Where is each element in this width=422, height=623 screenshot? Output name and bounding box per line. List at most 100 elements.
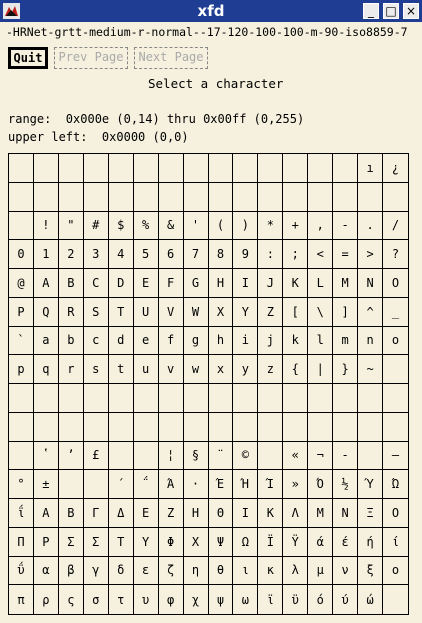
char-cell[interactable]	[33, 384, 59, 413]
char-cell[interactable]: T	[108, 297, 134, 327]
char-cell[interactable]	[183, 384, 209, 413]
char-cell[interactable]	[283, 154, 309, 183]
char-cell[interactable]: ΅	[133, 470, 159, 499]
char-cell[interactable]	[258, 182, 284, 212]
char-cell[interactable]	[308, 154, 334, 183]
char-cell[interactable]: ύ	[333, 585, 359, 614]
char-cell[interactable]: O	[383, 269, 408, 298]
char-cell[interactable]: Ώ	[383, 470, 408, 499]
char-cell[interactable]	[108, 412, 134, 442]
char-cell[interactable]: Ύ	[358, 470, 384, 499]
char-cell[interactable]: ı	[358, 154, 384, 183]
char-cell[interactable]	[133, 384, 159, 413]
char-cell[interactable]: π	[9, 585, 34, 614]
char-cell[interactable]: Ε	[133, 499, 159, 528]
char-cell[interactable]	[333, 412, 359, 442]
char-cell[interactable]	[283, 412, 309, 442]
char-cell[interactable]: d	[108, 326, 134, 356]
char-cell[interactable]: <	[308, 240, 334, 269]
char-cell[interactable]: Σ	[58, 527, 84, 557]
char-cell[interactable]	[358, 441, 384, 471]
char-cell[interactable]: θ	[208, 556, 234, 586]
char-cell[interactable]	[383, 585, 408, 614]
char-cell[interactable]: ʼ	[58, 441, 84, 471]
char-cell[interactable]: γ	[83, 556, 109, 586]
char-cell[interactable]	[58, 154, 84, 183]
char-cell[interactable]	[108, 182, 134, 212]
char-cell[interactable]	[333, 154, 359, 183]
char-cell[interactable]	[83, 154, 109, 183]
char-cell[interactable]: Ξ	[358, 499, 384, 528]
char-cell[interactable]: ό	[308, 585, 334, 614]
char-cell[interactable]	[133, 441, 159, 471]
quit-button[interactable]: Quit	[8, 47, 48, 69]
char-cell[interactable]: [	[283, 297, 309, 327]
char-cell[interactable]: m	[333, 326, 359, 356]
char-cell[interactable]: J	[258, 269, 284, 298]
character-grid[interactable]: ı ¿! " # $% & '() * +, -./0 1 2 3 4 5 6 7 8 9:; < = >? @ A B C D E F…	[8, 153, 409, 615]
char-cell[interactable]: £	[83, 441, 109, 471]
prev-page-button[interactable]: Prev Page	[54, 47, 128, 69]
char-cell[interactable]: Σ	[83, 527, 109, 557]
char-cell[interactable]	[9, 182, 34, 212]
char-cell[interactable]	[108, 154, 134, 183]
char-cell[interactable]: v	[158, 355, 184, 384]
char-cell[interactable]	[83, 182, 109, 212]
char-cell[interactable]: Ί	[258, 470, 284, 499]
char-cell[interactable]: f	[158, 326, 184, 356]
char-cell[interactable]: /	[383, 212, 408, 241]
char-cell[interactable]: W	[183, 297, 209, 327]
char-cell[interactable]: »	[283, 470, 309, 499]
char-cell[interactable]: ν	[333, 556, 359, 586]
char-cell[interactable]: ©	[233, 441, 259, 471]
char-cell[interactable]: ΰ	[9, 556, 34, 586]
char-cell[interactable]: Υ	[133, 527, 159, 557]
char-cell[interactable]	[158, 154, 184, 183]
char-cell[interactable]: Ζ	[158, 499, 184, 528]
char-cell[interactable]	[308, 412, 334, 442]
char-cell[interactable]: Ι	[233, 499, 259, 528]
char-cell[interactable]: Π	[9, 527, 34, 557]
char-cell[interactable]: Α	[33, 499, 59, 528]
char-cell[interactable]: Z	[258, 297, 284, 327]
char-cell[interactable]: 4	[108, 240, 134, 269]
char-cell[interactable]: I	[233, 269, 259, 298]
char-cell[interactable]: ΐ	[9, 499, 34, 528]
char-cell[interactable]: ½	[333, 470, 359, 499]
char-cell[interactable]	[383, 355, 408, 384]
char-cell[interactable]: =	[333, 240, 359, 269]
char-cell[interactable]: V	[158, 297, 184, 327]
char-cell[interactable]: +	[283, 211, 309, 241]
char-cell[interactable]: υ	[134, 585, 159, 614]
char-cell[interactable]	[208, 412, 234, 442]
char-cell[interactable]: Δ	[108, 499, 134, 528]
char-cell[interactable]: σ	[84, 585, 109, 614]
char-cell[interactable]	[9, 154, 34, 183]
char-cell[interactable]: ,	[308, 211, 334, 241]
char-cell[interactable]	[208, 182, 234, 212]
char-cell[interactable]	[183, 412, 209, 442]
char-cell[interactable]: ϋ	[283, 585, 309, 614]
char-cell[interactable]: {	[283, 355, 309, 384]
char-cell[interactable]: Θ	[208, 499, 234, 528]
char-cell[interactable]: Ϊ	[258, 527, 284, 557]
char-cell[interactable]	[183, 154, 209, 183]
char-cell[interactable]: ω	[233, 585, 259, 614]
char-cell[interactable]: ρ	[34, 585, 59, 614]
char-cell[interactable]: 8	[208, 240, 234, 269]
char-cell[interactable]	[158, 412, 184, 442]
char-cell[interactable]: 7	[183, 240, 209, 269]
char-cell[interactable]	[258, 384, 284, 413]
char-cell[interactable]: E	[133, 269, 159, 298]
char-cell[interactable]: Y	[233, 297, 259, 327]
char-cell[interactable]: e	[133, 326, 159, 356]
char-cell[interactable]	[58, 470, 84, 499]
char-cell[interactable]: N	[358, 269, 384, 298]
char-cell[interactable]	[133, 154, 159, 183]
char-cell[interactable]	[258, 412, 284, 442]
char-cell[interactable]: @	[9, 269, 34, 298]
char-cell[interactable]	[383, 413, 408, 442]
char-cell[interactable]: ά	[308, 527, 334, 557]
char-cell[interactable]: G	[183, 269, 209, 298]
char-cell[interactable]: L	[308, 269, 334, 298]
